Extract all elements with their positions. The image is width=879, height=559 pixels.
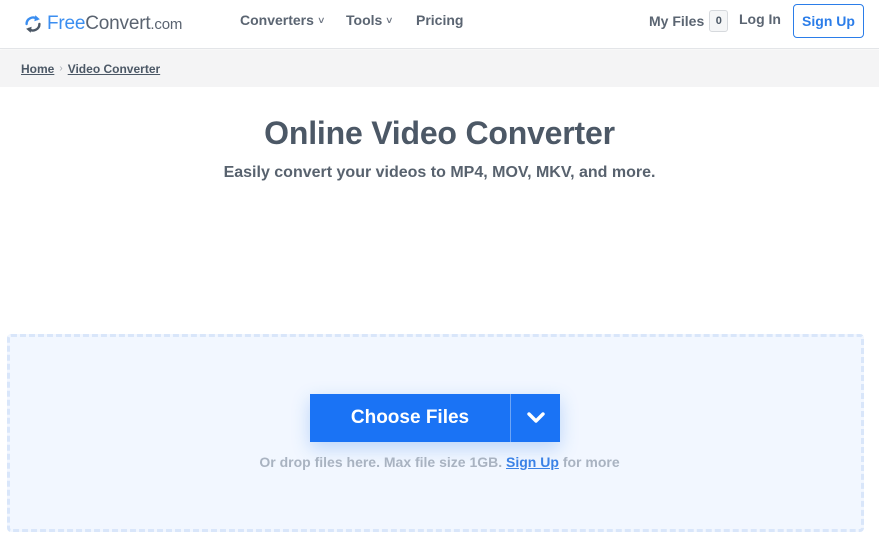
login-link[interactable]: Log In — [739, 11, 781, 27]
nav-converters[interactable]: Converters ∨ — [240, 0, 326, 40]
drop-hint-text: Or drop files here. Max file size 1GB. — [259, 454, 503, 470]
chevron-down-icon — [526, 412, 545, 423]
refresh-arrows-icon — [25, 15, 41, 33]
breadcrumb: Home › Video Converter — [0, 50, 879, 87]
nav-pricing[interactable]: Pricing — [416, 0, 463, 40]
nav-tools-link[interactable]: Tools ∨ — [346, 12, 394, 28]
breadcrumb-home[interactable]: Home — [21, 62, 54, 76]
logo-text-convert: Convert — [85, 13, 151, 34]
drop-hint-signup-link[interactable]: Sign Up — [506, 454, 559, 470]
chevron-down-icon: ∨ — [316, 14, 326, 25]
drop-hint: Or drop files here. Max file size 1GB. S… — [0, 454, 879, 470]
breadcrumb-video-converter[interactable]: Video Converter — [68, 62, 160, 76]
drop-hint-suffix: for more — [562, 454, 620, 470]
choose-files-button[interactable]: Choose Files — [310, 394, 510, 442]
choose-files-dropdown-button[interactable] — [510, 394, 560, 442]
my-files-label: My Files — [649, 13, 705, 29]
my-files-link[interactable]: My Files 0 — [649, 10, 729, 32]
logo-text: FreeConvert.com — [47, 13, 182, 35]
page-subtitle: Easily convert your videos to MP4, MOV, … — [223, 164, 656, 181]
nav-converters-label: Converters — [240, 12, 314, 28]
nav-converters-link[interactable]: Converters ∨ — [240, 12, 326, 28]
nav-pricing-link[interactable]: Pricing — [416, 12, 463, 28]
site-header: FreeConvert.com Converters ∨ Tools ∨ Pri… — [0, 0, 879, 49]
page-title: Online Video Converter — [264, 115, 615, 151]
logo[interactable]: FreeConvert.com — [22, 11, 182, 37]
chevron-right-icon: › — [59, 63, 63, 74]
signup-button[interactable]: Sign Up — [793, 4, 864, 38]
choose-files-group: Choose Files — [310, 394, 560, 442]
nav-pricing-label: Pricing — [416, 12, 464, 28]
chevron-down-icon: ∨ — [385, 14, 394, 25]
nav-tools-label: Tools — [346, 12, 383, 28]
nav-tools[interactable]: Tools ∨ — [346, 0, 394, 40]
logo-text-com: .com — [150, 16, 183, 33]
my-files-count-badge: 0 — [709, 10, 729, 32]
logo-text-free: Free — [47, 13, 86, 34]
